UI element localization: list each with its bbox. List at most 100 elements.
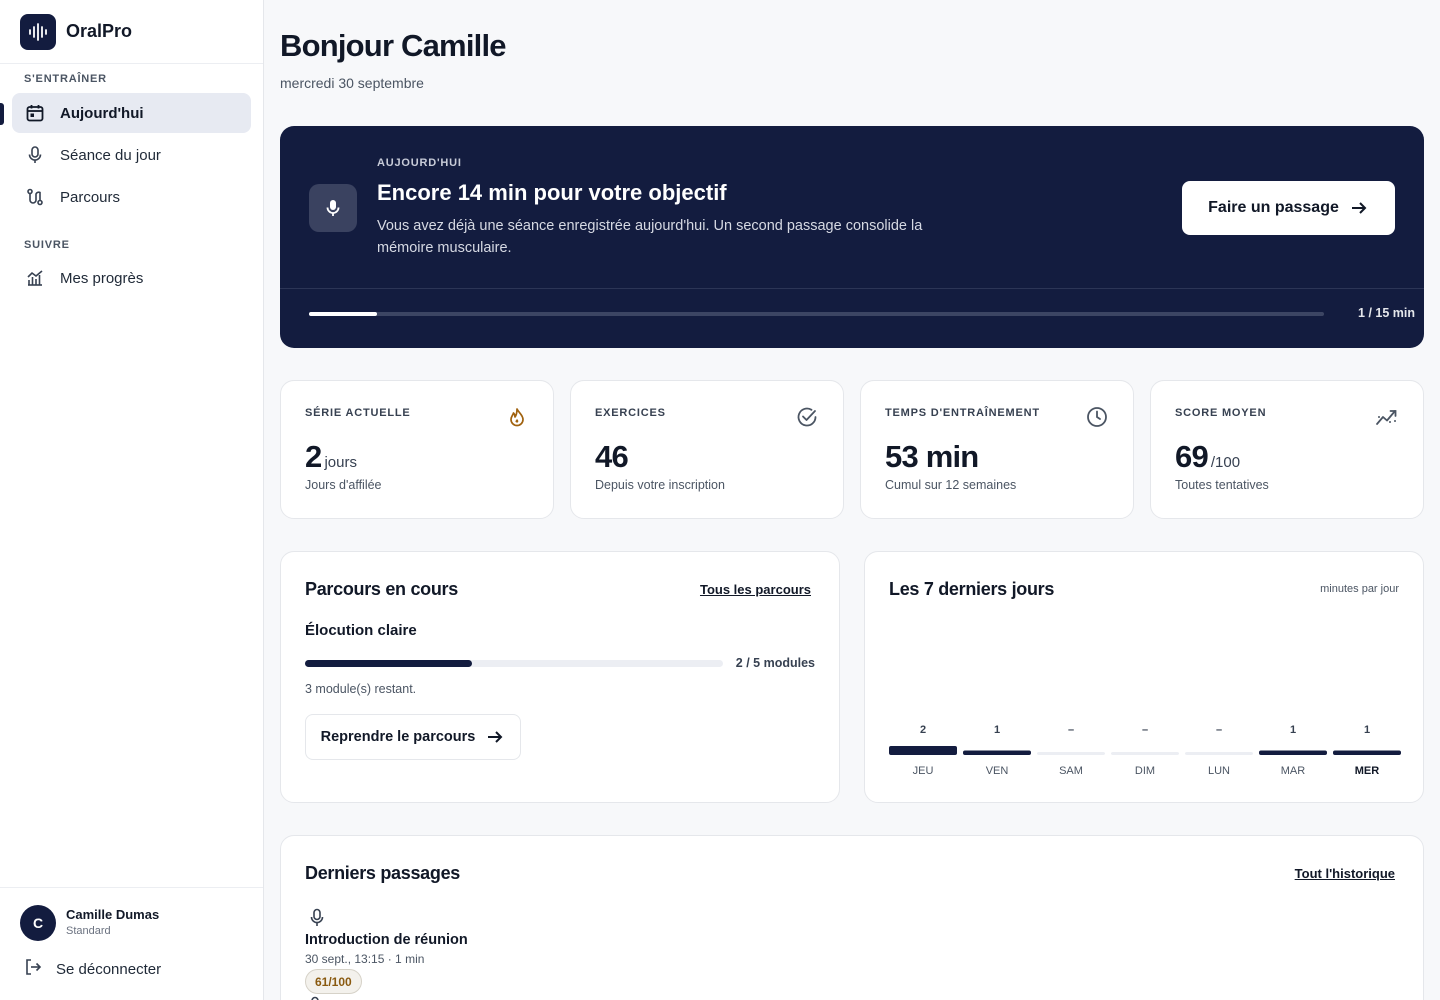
session-meta: 30 sept., 13:15 · 1 min: [305, 952, 425, 966]
stat-subtext: Cumul sur 12 semaines: [885, 478, 1017, 492]
goal-progress-fill: [309, 312, 377, 316]
chart-tick-label: MAR: [1281, 765, 1306, 777]
stat-card-training-time: TEMPS D'ENTRAÎNEMENT 53 min Cumul sur 12…: [860, 380, 1134, 519]
chart-data-label: –: [1142, 724, 1148, 736]
brand[interactable]: OralPro: [0, 0, 263, 64]
all-courses-link[interactable]: Tous les parcours: [700, 582, 811, 597]
resume-course-label: Reprendre le parcours: [320, 729, 476, 745]
current-course-card: Parcours en cours Tous les parcours Éloc…: [280, 551, 840, 803]
chart-tick-label: JEU: [913, 765, 934, 777]
microphone-icon: [305, 906, 329, 930]
stat-label: EXERCICES: [595, 407, 666, 419]
sidebar-footer: C Camille Dumas Standard Se déconnecter: [0, 887, 263, 1000]
chart-bar: [1037, 752, 1105, 755]
weekly-bar-chart: 2 JEU 1 VEN – SAM – DIM – LUN 1 MAR 1 MER: [889, 724, 1401, 777]
avatar[interactable]: C: [20, 905, 56, 941]
recent-sessions-title: Derniers passages: [305, 863, 460, 883]
active-indicator: [0, 103, 4, 125]
recent-sessions-card: Derniers passages Tout l'historique Intr…: [280, 835, 1424, 1000]
arrow-right-icon: [485, 727, 505, 747]
chart-tick-label: VEN: [986, 765, 1009, 777]
chart-bar: [1111, 752, 1179, 755]
course-progress-fill: [305, 660, 473, 667]
stat-card-streak: SÉRIE ACTUELLE 2 jours Jours d'affilée: [280, 380, 554, 519]
sidebar-item-courses[interactable]: Parcours: [12, 177, 251, 217]
sidebar-item-label: Aujourd'hui: [60, 104, 144, 122]
chart-bar: [889, 746, 957, 755]
arrow-right-icon: [1349, 198, 1369, 218]
trend-icon: [1375, 405, 1399, 429]
sidebar-item-session[interactable]: Séance du jour: [12, 135, 251, 175]
stat-subtext: Jours d'affilée: [305, 478, 382, 492]
stat-unit: /100: [1210, 454, 1241, 471]
page-title: Bonjour Camille: [280, 28, 507, 63]
chart-tick-label: SAM: [1059, 765, 1083, 777]
stat-label: SCORE MOYEN: [1175, 407, 1267, 419]
chart-bar: [963, 750, 1031, 755]
user-name: Camille Dumas: [66, 907, 160, 922]
hero-title: Encore 14 min pour votre objectif: [377, 180, 727, 205]
logout-icon: [24, 958, 42, 980]
session-title[interactable]: Introduction de réunion: [305, 932, 468, 948]
full-history-link[interactable]: Tout l'historique: [1295, 866, 1395, 881]
sidebar: OralPro S'ENTRAÎNER Aujourd'hui Séance d…: [0, 0, 264, 1000]
stat-value: 2 jours: [305, 439, 357, 474]
stat-card-exercises: EXERCICES 46 Depuis votre inscription: [570, 380, 844, 519]
microphone-icon: [309, 184, 357, 232]
sidebar-item-label: Mes progrès: [60, 269, 144, 287]
hero-description: Vous avez déjà une séance enregistrée au…: [377, 218, 923, 256]
stat-value: 46: [595, 439, 629, 474]
score-badge: 61/100: [305, 969, 362, 994]
sidebar-item-progress[interactable]: Mes progrès: [12, 258, 251, 298]
stat-value: 69/100: [1175, 439, 1241, 474]
flame-icon: [505, 405, 529, 429]
chart-bar: [1333, 750, 1401, 755]
chart-bar: [1185, 752, 1253, 755]
chart-data-label: –: [1216, 724, 1222, 736]
current-date: mercredi 30 septembre: [280, 75, 424, 91]
chart-bar: [1259, 750, 1327, 755]
course-card-title: Parcours en cours: [305, 579, 458, 599]
nav-section-follow: SUIVRE: [24, 239, 70, 251]
chart-data-label: 1: [1290, 724, 1296, 736]
chart-data-label: –: [1068, 724, 1074, 736]
stat-unit: jours: [324, 454, 357, 471]
brand-logo-icon: [20, 13, 56, 50]
course-progress-bar: [305, 660, 723, 667]
route-icon: [26, 188, 44, 206]
chart-tick-label: MER: [1355, 765, 1380, 777]
hero-eyebrow: AUJOURD'HUI: [377, 157, 462, 169]
microphone-icon: [305, 996, 329, 1000]
hero-divider: [280, 288, 1424, 289]
start-session-label: Faire un passage: [1208, 199, 1339, 216]
stat-label: SÉRIE ACTUELLE: [305, 407, 411, 419]
chart-tick-label: LUN: [1208, 765, 1230, 777]
stat-card-average-score: SCORE MOYEN 69/100 Toutes tentatives: [1150, 380, 1424, 519]
chart-data-label: 1: [994, 724, 1000, 736]
stat-subtext: Depuis votre inscription: [595, 478, 725, 492]
stat-subtext: Toutes tentatives: [1175, 478, 1269, 492]
resume-course-button[interactable]: Reprendre le parcours: [305, 714, 521, 760]
logout-button[interactable]: Se déconnecter: [24, 958, 161, 980]
microphone-icon: [26, 146, 44, 164]
stat-label: TEMPS D'ENTRAÎNEMENT: [885, 407, 1040, 419]
goal-progress-text: 1 / 15 min: [1358, 306, 1415, 320]
weekly-chart-card: Les 7 derniers jours minutes par jour 2J…: [864, 551, 1424, 803]
calendar-icon: [26, 104, 44, 122]
sidebar-item-today[interactable]: Aujourd'hui: [12, 93, 251, 133]
chart-data-label: 1: [1364, 724, 1370, 736]
stat-value: 53 min: [885, 439, 979, 474]
course-name: Élocution claire: [305, 622, 417, 639]
logout-label: Se déconnecter: [56, 960, 162, 978]
user-plan: Standard: [66, 925, 111, 937]
chart-tick-label: DIM: [1135, 765, 1155, 777]
chart-data-label: 2: [920, 724, 926, 736]
start-session-button[interactable]: Faire un passage: [1182, 181, 1395, 235]
nav-section-train: S'ENTRAÎNER: [24, 73, 107, 85]
clock-icon: [1085, 405, 1109, 429]
course-remaining: 3 module(s) restant.: [305, 682, 417, 696]
goal-progress-bar: [309, 312, 1324, 316]
sidebar-item-label: Parcours: [60, 188, 121, 206]
sidebar-item-label: Séance du jour: [60, 146, 161, 164]
course-module-count: 2 / 5 modules: [735, 656, 815, 670]
